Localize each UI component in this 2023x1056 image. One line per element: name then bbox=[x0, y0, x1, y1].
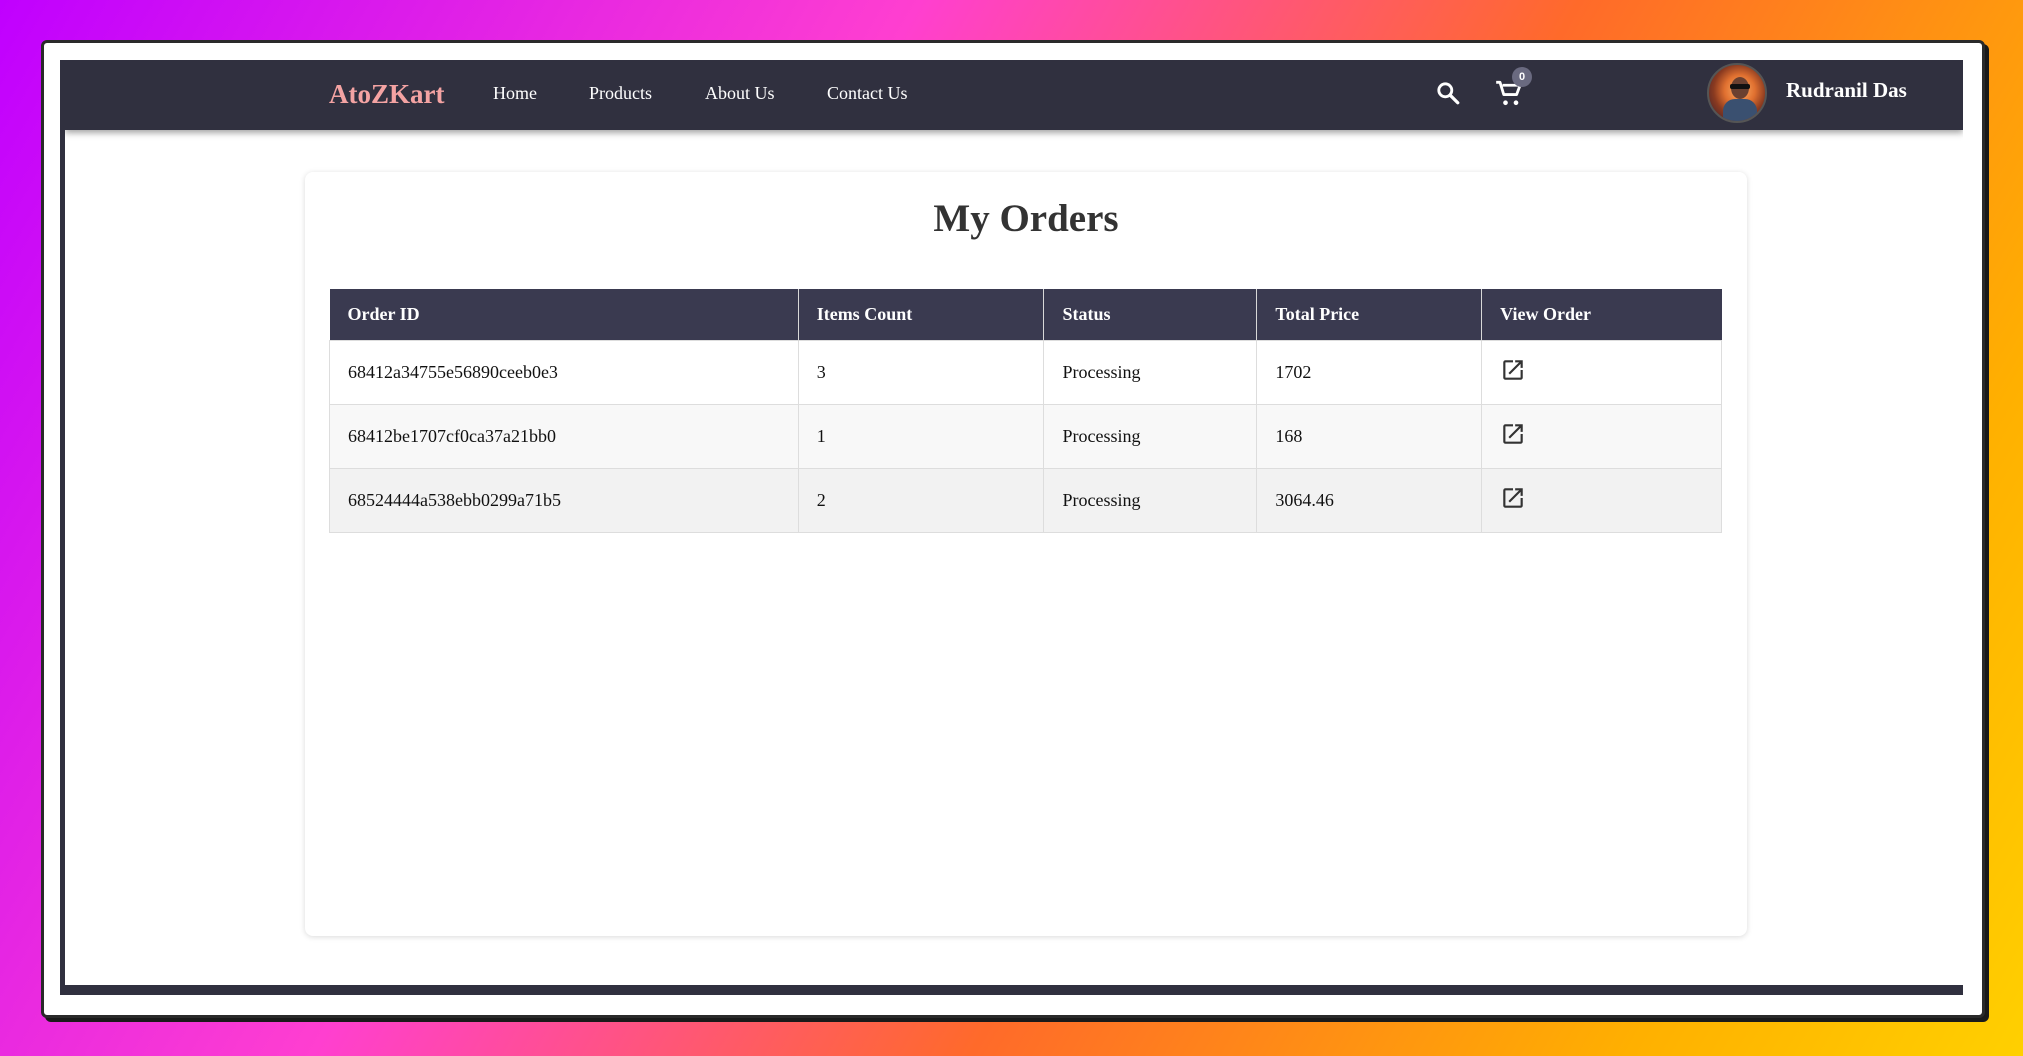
top-navbar: AtoZKart Home Products About Us Contact … bbox=[65, 60, 1963, 130]
status-cell: Processing bbox=[1043, 339, 1258, 405]
total-price-cell: 3064.46 bbox=[1256, 467, 1483, 533]
view-order-cell bbox=[1481, 467, 1722, 533]
table-row: 68524444a538ebb0299a71b5 2 Processing 30… bbox=[329, 467, 1722, 533]
open-in-new-icon[interactable] bbox=[1500, 357, 1526, 388]
items-count-cell: 2 bbox=[797, 467, 1045, 533]
view-order-cell bbox=[1481, 403, 1722, 469]
open-in-new-icon[interactable] bbox=[1500, 485, 1526, 516]
user-name[interactable]: Rudranil Das bbox=[1786, 78, 1907, 103]
nav-link-about-us[interactable]: About Us bbox=[705, 83, 775, 104]
column-header-total-price: Total Price bbox=[1256, 289, 1483, 340]
order-id-cell: 68412a34755e56890ceeb0e3 bbox=[329, 339, 799, 405]
column-header-view-order: View Order bbox=[1481, 289, 1722, 340]
nav-link-products[interactable]: Products bbox=[589, 83, 652, 104]
cart-count-badge: 0 bbox=[1512, 67, 1532, 87]
total-price-cell: 1702 bbox=[1256, 339, 1483, 405]
items-count-cell: 1 bbox=[797, 403, 1045, 469]
total-price-cell: 168 bbox=[1256, 403, 1483, 469]
nav-link-contact-us[interactable]: Contact Us bbox=[827, 83, 908, 104]
view-order-cell bbox=[1481, 339, 1722, 405]
order-id-cell: 68412be1707cf0ca37a21bb0 bbox=[329, 403, 799, 469]
status-cell: Processing bbox=[1043, 403, 1258, 469]
column-header-status: Status bbox=[1043, 289, 1258, 340]
column-header-order-id: Order ID bbox=[329, 289, 799, 340]
user-avatar[interactable] bbox=[1707, 63, 1767, 123]
status-cell: Processing bbox=[1043, 467, 1258, 533]
orders-table: Order ID Items Count Status Total Price … bbox=[329, 289, 1722, 533]
page-viewport: AtoZKart Home Products About Us Contact … bbox=[60, 60, 1963, 995]
items-count-cell: 3 bbox=[797, 339, 1045, 405]
column-header-items-count: Items Count bbox=[798, 289, 1045, 340]
nav-link-home[interactable]: Home bbox=[493, 83, 537, 104]
search-icon[interactable] bbox=[1435, 80, 1461, 111]
table-row: 68412be1707cf0ca37a21bb0 1 Processing 16… bbox=[329, 403, 1722, 469]
table-row: 68412a34755e56890ceeb0e3 3 Processing 17… bbox=[329, 339, 1722, 405]
page-title: My Orders bbox=[933, 197, 1119, 240]
table-header-row: Order ID Items Count Status Total Price … bbox=[329, 289, 1722, 340]
open-in-new-icon[interactable] bbox=[1500, 421, 1526, 452]
orders-card: My Orders Order ID Items Count Status To… bbox=[305, 172, 1747, 936]
order-id-cell: 68524444a538ebb0299a71b5 bbox=[329, 467, 799, 533]
brand-logo[interactable]: AtoZKart bbox=[329, 79, 444, 110]
